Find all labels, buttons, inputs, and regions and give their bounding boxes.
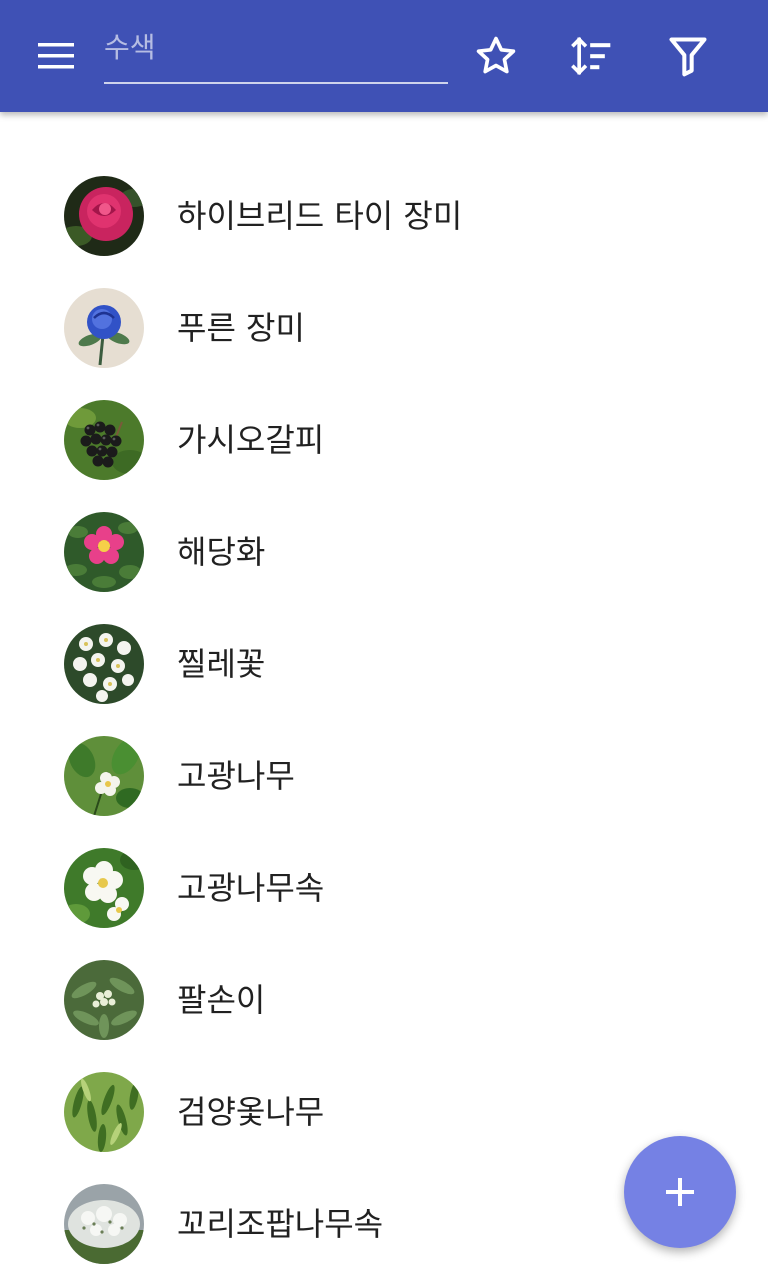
filter-icon (669, 37, 707, 77)
white-flowers-closeup-photo (64, 848, 144, 928)
sort-button[interactable] (556, 20, 628, 92)
list-item-label: 꼬리조팝나무속 (177, 1205, 384, 1243)
plus-icon (666, 1178, 694, 1206)
pink-wild-rose-photo (64, 512, 144, 592)
list-item-label: 푸른 장미 (177, 309, 305, 347)
list-item-label: 고광나무 (177, 757, 295, 795)
white-flowers-leaves-photo (64, 736, 144, 816)
favorites-button[interactable] (460, 20, 532, 92)
list-item[interactable]: 가시오갈피 (0, 384, 768, 496)
plant-list: 하이브리드 타이 장미 푸른 장미 가시오갈피 해당화 찔레꽃 고광나무 고광나… (0, 160, 768, 1280)
list-item-label: 검양옻나무 (177, 1093, 325, 1131)
add-button[interactable] (624, 1136, 736, 1248)
sort-icon (571, 36, 611, 76)
list-item-label: 팔손이 (177, 981, 266, 1019)
white-flowering-bush-photo (64, 1184, 144, 1264)
white-blossoms-photo (64, 624, 144, 704)
star-icon (476, 36, 516, 74)
list-item[interactable]: 고광나무 (0, 720, 768, 832)
list-item-label: 가시오갈피 (177, 421, 325, 459)
search-input[interactable] (104, 22, 448, 72)
app-bar (0, 0, 768, 112)
list-item[interactable]: 하이브리드 타이 장미 (0, 160, 768, 272)
list-item[interactable]: 찔레꽃 (0, 608, 768, 720)
pink-rose-photo (64, 176, 144, 256)
list-item[interactable]: 고광나무속 (0, 832, 768, 944)
search-field (104, 22, 448, 84)
list-item-label: 해당화 (177, 533, 266, 571)
list-item[interactable]: 푸른 장미 (0, 272, 768, 384)
list-item-label: 찔레꽃 (177, 645, 266, 683)
list-item-label: 하이브리드 타이 장미 (177, 197, 463, 235)
black-berries-photo (64, 400, 144, 480)
list-item[interactable]: 해당화 (0, 496, 768, 608)
palmate-shrub-photo (64, 960, 144, 1040)
green-foliage-photo (64, 1072, 144, 1152)
blue-rose-photo (64, 288, 144, 368)
list-item[interactable]: 팔손이 (0, 944, 768, 1056)
hamburger-menu-icon (38, 43, 74, 69)
menu-button[interactable] (20, 20, 92, 92)
list-item-label: 고광나무속 (177, 869, 325, 907)
filter-button[interactable] (652, 20, 724, 92)
